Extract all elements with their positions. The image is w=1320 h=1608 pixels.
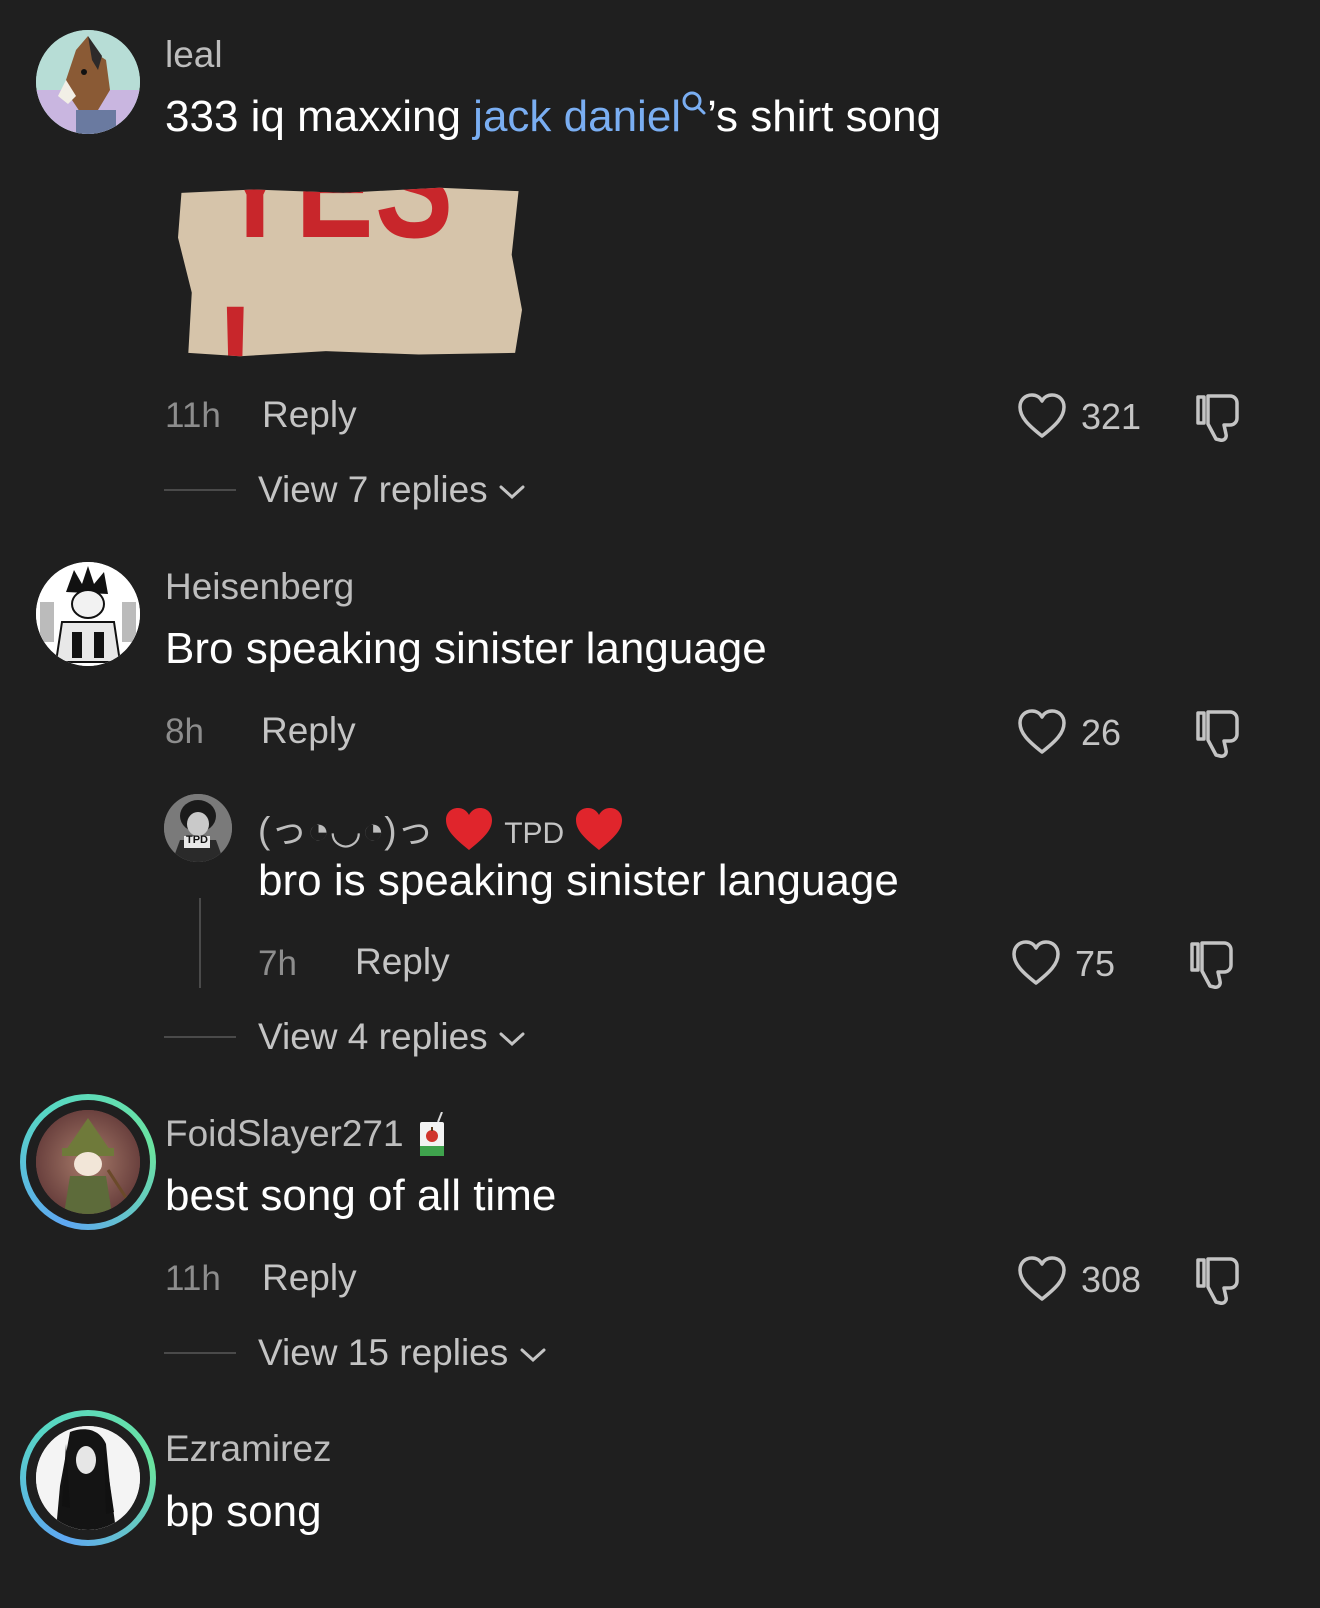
heart-outline-icon[interactable] [1016,1255,1068,1303]
comment-username[interactable]: leal [165,34,223,76]
thumbs-down-icon[interactable] [1190,706,1244,760]
heart-outline-icon[interactable] [1016,392,1068,440]
thumbs-down-icon[interactable] [1190,390,1244,444]
comment-text: bp song [165,1487,322,1536]
reply-username-prefix: (っ◔◡◔)っ [258,810,434,851]
reply-button[interactable]: Reply [355,941,450,983]
avatar[interactable] [36,1426,140,1530]
chevron-down-icon [498,1030,526,1048]
comment-time: 11h [165,1259,221,1298]
reply-button[interactable]: Reply [261,710,356,752]
reply-username-tag: TPD [504,817,565,850]
view-replies-label: View 15 replies [258,1332,509,1373]
divider [164,1352,236,1354]
comment-text: best song of all time [165,1171,557,1220]
search-icon[interactable] [681,90,707,116]
divider [164,489,236,491]
yes-sticker-image: YES ! [178,101,522,442]
comment-username-text: FoidSlayer271 [165,1112,404,1154]
thumbs-down-icon[interactable] [1184,937,1238,991]
heart-outline-icon[interactable] [1010,939,1062,987]
thread-line [199,898,201,988]
view-replies-label: View 7 replies [258,469,488,510]
reply-username[interactable]: (っ◔◡◔)っ TPD [258,800,624,861]
thumbs-down-icon[interactable] [1190,1253,1244,1307]
like-count: 75 [1075,943,1116,984]
comment-username[interactable]: FoidSlayer271 [165,1112,450,1160]
comment-text: 333 iq maxxing jack daniel ’s shirt song [165,90,942,142]
like-count: 308 [1081,1259,1142,1300]
like-count: 321 [1081,396,1142,437]
view-replies-button[interactable]: View 15 replies [258,1332,547,1374]
view-replies-label: View 4 replies [258,1016,488,1057]
red-heart-icon [574,806,624,861]
comment-username[interactable]: Ezramirez [165,1428,332,1470]
comment-time: 11h [165,396,221,435]
view-replies-button[interactable]: View 7 replies [258,469,526,511]
avatar[interactable] [36,562,140,666]
reply-text: bro is speaking sinister language [258,856,899,905]
avatar[interactable]: TPD [164,794,232,862]
heart-outline-icon[interactable] [1016,708,1068,756]
avatar-tag: TPD [186,834,208,846]
chevron-down-icon [519,1346,547,1364]
comment-time: 8h [165,712,204,751]
avatar[interactable] [36,1110,140,1214]
mention-link[interactable]: jack daniel [473,92,681,141]
reply-time: 7h [258,944,297,983]
divider [164,1036,236,1038]
sticker-text: YES ! [215,101,455,442]
comment-text: Bro speaking sinister language [165,624,767,673]
reply-button[interactable]: Reply [262,1257,357,1299]
comment-text-start: 333 iq maxxing [165,92,474,141]
juice-box-icon [414,1112,450,1160]
reply-button[interactable]: Reply [262,394,357,436]
red-heart-icon [444,806,494,861]
comment-username[interactable]: Heisenberg [165,566,354,608]
like-count: 26 [1081,712,1122,753]
view-replies-button[interactable]: View 4 replies [258,1016,526,1058]
avatar[interactable] [36,30,140,134]
chevron-down-icon [498,483,526,501]
comment-text-end: ’s shirt song [707,92,942,141]
